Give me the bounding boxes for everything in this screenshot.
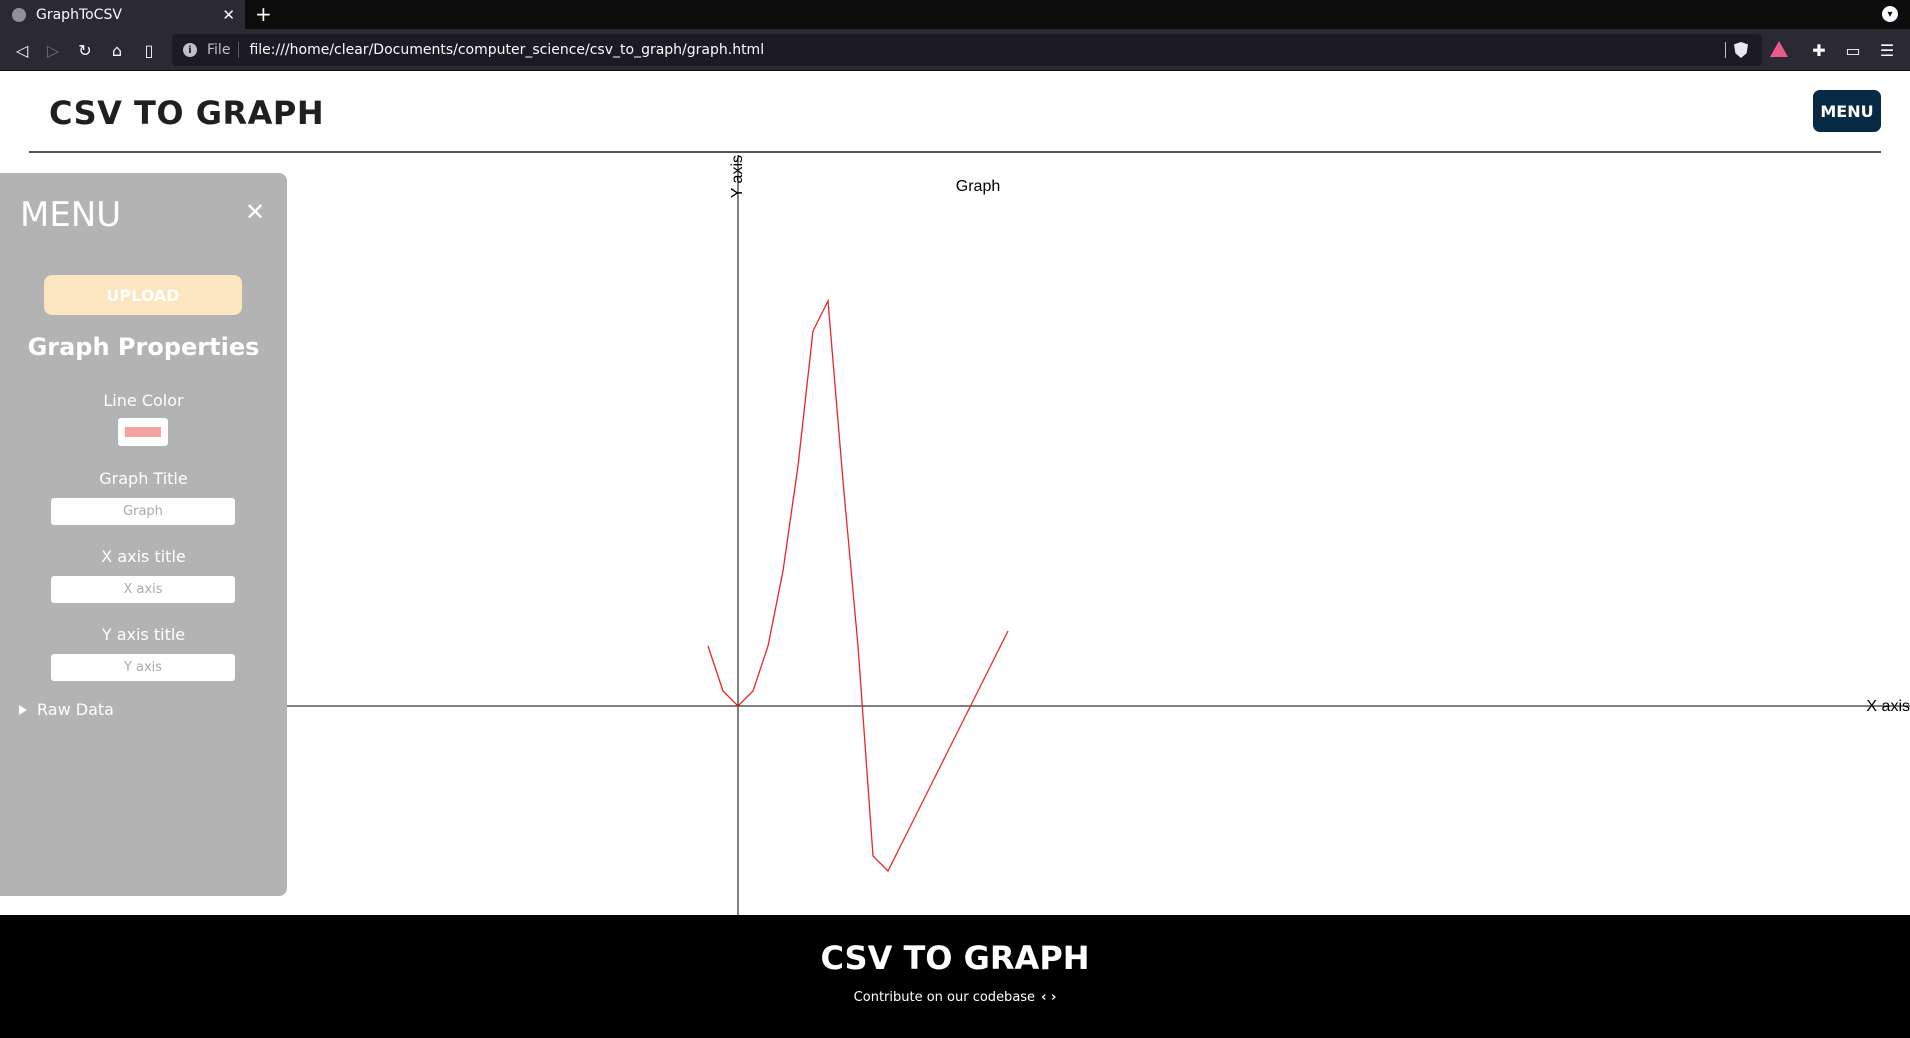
raw-data-label: Raw Data	[37, 700, 114, 719]
upload-button[interactable]: UPLOAD	[44, 275, 242, 315]
graph-properties-title: Graph Properties	[27, 333, 260, 361]
side-menu: MENU ✕ UPLOAD Graph Properties Line Colo…	[0, 173, 287, 896]
y-axis-title: Y axis	[729, 155, 746, 198]
forward-icon[interactable]: ▷	[41, 38, 65, 62]
home-icon[interactable]: ⌂	[105, 38, 129, 62]
close-icon[interactable]: ✕	[245, 198, 265, 226]
y-axis-title-input[interactable]	[51, 654, 235, 681]
raw-data-toggle[interactable]: Raw Data	[19, 700, 114, 719]
extensions-icon[interactable]: ✚	[1807, 38, 1831, 62]
footer: CSV TO GRAPH Contribute on our codebase ‹…	[0, 915, 1910, 1038]
line-color-picker[interactable]	[118, 418, 168, 446]
page: CSV TO GRAPH MENU Graph X axis Y axis MENU…	[0, 72, 1910, 1038]
url-text[interactable]: file:///home/clear/Documents/computer_sc…	[249, 42, 764, 58]
x-axis-title-input[interactable]	[51, 576, 235, 603]
globe-icon	[12, 7, 26, 22]
graph-title-input[interactable]	[51, 498, 235, 525]
tab-title: GraphToCSV	[36, 6, 122, 23]
menu-button[interactable]: MENU	[1813, 90, 1881, 132]
codebase-link-text: Contribute on our codebase	[853, 990, 1036, 1005]
info-icon[interactable]: i	[183, 43, 197, 57]
y-axis-title-label: Y axis title	[101, 625, 186, 644]
browser-nav-bar: ◁ ▷ ↻ ⌂ ▯ i File file:///home/clear/Docu…	[0, 29, 1910, 71]
back-icon[interactable]: ◁	[10, 38, 34, 62]
menu-heading: MENU	[20, 195, 122, 235]
site-title: CSV TO GRAPH	[49, 94, 325, 132]
x-axis-title: X axis	[1866, 698, 1910, 715]
close-tab-icon[interactable]: ✕	[222, 6, 235, 24]
site-header: CSV TO GRAPH MENU	[29, 72, 1881, 153]
new-tab-button[interactable]: +	[255, 2, 272, 26]
bookmark-icon[interactable]: ▯	[137, 38, 161, 62]
browser-tab-bar: GraphToCSV ✕ + ▾	[0, 0, 1910, 29]
footer-title: CSV TO GRAPH	[820, 939, 1090, 977]
file-label: File	[207, 42, 240, 58]
line-color-swatch	[125, 427, 161, 437]
chart-title: Graph	[956, 178, 1000, 195]
browser-tab[interactable]: GraphToCSV ✕	[0, 0, 245, 29]
codebase-link[interactable]: Contribute on our codebase ‹ ›	[0, 990, 1910, 1005]
x-axis-title-label: X axis title	[101, 547, 186, 566]
brave-shield-icon[interactable]	[1734, 42, 1748, 58]
url-bar[interactable]: i File file:///home/clear/Documents/comp…	[172, 34, 1762, 66]
reload-icon[interactable]: ↻	[73, 38, 97, 62]
graph-title-label: Graph Title	[99, 469, 188, 488]
url-divider	[1725, 42, 1726, 58]
app-menu-icon[interactable]: ☰	[1875, 38, 1899, 62]
tabs-list-button[interactable]: ▾	[1882, 6, 1898, 22]
code-icon: ‹ ›	[1041, 990, 1057, 1005]
brave-rewards-icon[interactable]	[1770, 41, 1788, 57]
line-color-label: Line Color	[103, 391, 184, 410]
expand-triangle-icon	[19, 704, 27, 715]
series-line	[707, 298, 1009, 873]
wallet-icon[interactable]: ▭	[1841, 38, 1865, 62]
